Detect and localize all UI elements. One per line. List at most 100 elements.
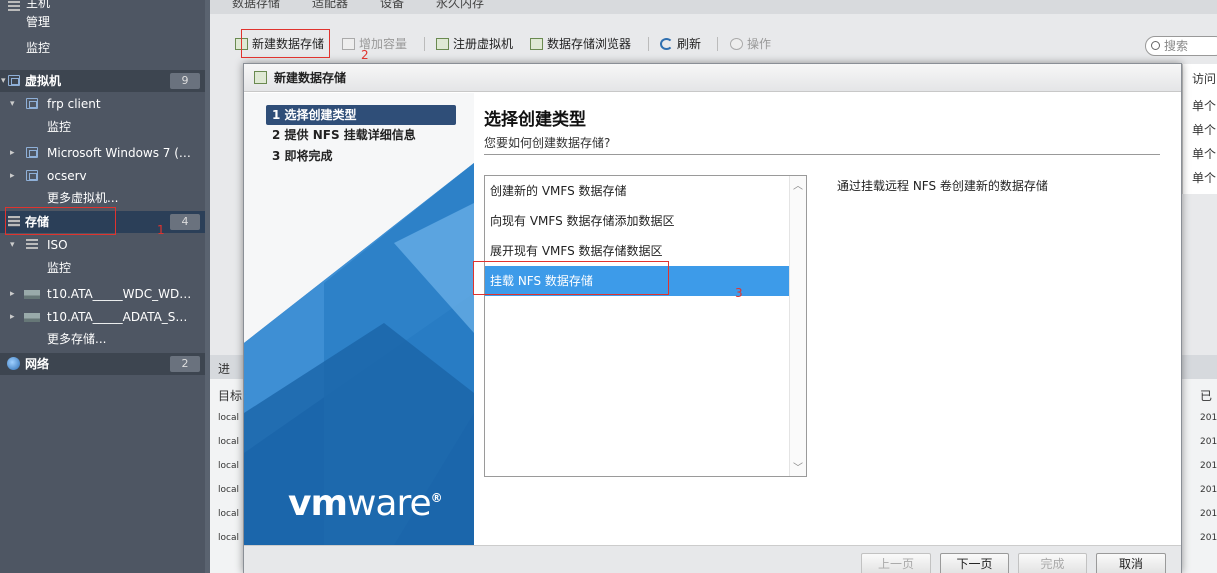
datastore-table-edge: 访问 单个 单个 单个 单个 bbox=[1182, 64, 1217, 194]
nav-item-disk[interactable]: ▸ t10.ATA_____WDC_WD… bbox=[0, 283, 205, 305]
task-target-cell: local bbox=[218, 509, 239, 519]
annotation-box-1 bbox=[5, 207, 116, 235]
task-time-cell: 201 bbox=[1200, 461, 1217, 471]
task-time-cell: 201 bbox=[1200, 533, 1217, 543]
navigator-panel: 主机 管理 监控 ▾ 虚拟机 9 ▾ frp client 监控 ▸ Micro… bbox=[0, 0, 205, 573]
column-header-started[interactable]: 已 bbox=[1200, 387, 1212, 404]
divider bbox=[484, 154, 1160, 155]
search-input[interactable]: 搜索 bbox=[1145, 36, 1217, 56]
disk-icon bbox=[24, 313, 40, 322]
column-header-target[interactable]: 目标 bbox=[218, 387, 242, 404]
nav-item-host-monitor[interactable]: 监控 bbox=[0, 37, 205, 59]
tab-persistent-memory[interactable]: 永久内存 bbox=[436, 0, 484, 11]
nav-item-vm[interactable]: ▸ ocserv bbox=[0, 165, 205, 187]
task-time-cell: 201 bbox=[1200, 437, 1217, 447]
nav-section-vms[interactable]: ▾ 虚拟机 9 bbox=[0, 70, 205, 92]
access-cell: 单个 bbox=[1192, 123, 1217, 137]
task-time-cell: 201 bbox=[1200, 485, 1217, 495]
datastore-toolbar: 新建数据存储 增加容量 注册虚拟机 数据存储浏览器 刷新 操作 bbox=[230, 30, 1210, 58]
datastore-browser-button[interactable]: 数据存储浏览器 bbox=[530, 35, 631, 52]
nav-item-more-vms[interactable]: 更多虚拟机... bbox=[0, 187, 205, 209]
task-time-cell: 201 bbox=[1200, 413, 1217, 423]
new-datastore-icon bbox=[254, 71, 267, 84]
nav-item-disk[interactable]: ▸ t10.ATA_____ADATA_S… bbox=[0, 306, 205, 328]
annotation-number-1: 1 bbox=[157, 223, 165, 237]
chevron-right-icon[interactable]: ▸ bbox=[10, 306, 15, 328]
access-cell: 单个 bbox=[1192, 171, 1217, 185]
task-target-cell: local bbox=[218, 413, 239, 423]
chevron-down-icon[interactable]: ▾ bbox=[10, 93, 15, 115]
nav-item-host-manage[interactable]: 管理 bbox=[0, 11, 205, 33]
vm-icon bbox=[26, 170, 38, 181]
chevron-right-icon[interactable]: ▸ bbox=[10, 142, 15, 164]
nav-item-vm-monitor[interactable]: 监控 bbox=[0, 116, 205, 138]
gear-icon bbox=[730, 38, 743, 50]
chevron-up-icon[interactable]: ︿ bbox=[793, 177, 803, 192]
register-vm-icon bbox=[436, 38, 449, 50]
option-description: 通过挂载远程 NFS 卷创建新的数据存储 bbox=[837, 179, 1048, 193]
list-scrollbar[interactable]: ︿ ﹀ bbox=[789, 176, 806, 476]
network-count-badge: 2 bbox=[170, 356, 200, 372]
task-target-cell: local bbox=[218, 461, 239, 471]
datastore-icon bbox=[26, 239, 38, 250]
wizard-content: 选择创建类型 您要如何创建数据存储? 创建新的 VMFS 数据存储 向现有 VM… bbox=[474, 93, 1181, 545]
chevron-down-icon[interactable]: ﹀ bbox=[793, 459, 803, 474]
access-cell: 单个 bbox=[1192, 99, 1217, 113]
dialog-title-bar[interactable]: 新建数据存储 bbox=[244, 64, 1181, 92]
chevron-down-icon[interactable]: ▾ bbox=[1, 70, 6, 92]
toolbar-divider bbox=[717, 37, 718, 51]
cancel-button[interactable]: 取消 bbox=[1096, 553, 1166, 573]
disk-icon bbox=[24, 290, 40, 299]
back-button[interactable]: 上一页 bbox=[861, 553, 931, 573]
task-time-cell: 201 bbox=[1200, 509, 1217, 519]
next-button[interactable]: 下一页 bbox=[940, 553, 1009, 573]
vm-count-badge: 9 bbox=[170, 73, 200, 89]
access-cell: 单个 bbox=[1192, 147, 1217, 161]
creation-type-list[interactable]: 创建新的 VMFS 数据存储 向现有 VMFS 数据存储添加数据区 展开现有 V… bbox=[484, 175, 807, 477]
option-create-vmfs[interactable]: 创建新的 VMFS 数据存储 bbox=[485, 176, 789, 206]
annotation-box-3 bbox=[473, 261, 669, 295]
wizard-sidebar: 1 选择创建类型 2 提供 NFS 挂载详细信息 3 即将完成 vmware® bbox=[244, 93, 474, 545]
chevron-right-icon[interactable]: ▸ bbox=[10, 165, 15, 187]
increase-capacity-button[interactable]: 增加容量 bbox=[342, 35, 407, 52]
tab-datastores[interactable]: 数据存储 bbox=[232, 0, 280, 11]
task-target-cell: local bbox=[218, 437, 239, 447]
wizard-step-3[interactable]: 3 即将完成 bbox=[266, 146, 456, 166]
task-target-cell: local bbox=[218, 533, 239, 543]
new-datastore-dialog: 新建数据存储 1 选择创建类型 2 提供 NFS 挂载详细信息 3 即将完成 v… bbox=[243, 63, 1182, 573]
network-icon bbox=[7, 357, 20, 370]
storage-tabs: 数据存储 适配器 设备 永久内存 bbox=[210, 0, 1217, 14]
annotation-number-3: 3 bbox=[735, 286, 743, 300]
nav-item-vm[interactable]: ▾ frp client bbox=[0, 93, 205, 115]
search-icon bbox=[1151, 41, 1160, 50]
toolbar-divider bbox=[648, 37, 649, 51]
register-vm-button[interactable]: 注册虚拟机 bbox=[436, 35, 513, 52]
chevron-down-icon[interactable]: ▾ bbox=[10, 234, 15, 256]
wizard-step-2[interactable]: 2 提供 NFS 挂载详细信息 bbox=[266, 125, 456, 145]
storage-count-badge: 4 bbox=[170, 214, 200, 230]
finish-button[interactable]: 完成 bbox=[1018, 553, 1087, 573]
nav-item-datastore-monitor[interactable]: 监控 bbox=[0, 257, 205, 279]
nav-item-datastore[interactable]: ▾ ISO bbox=[0, 234, 205, 256]
datastore-browser-icon bbox=[530, 38, 543, 50]
nav-item-vm[interactable]: ▸ Microsoft Windows 7 (… bbox=[0, 142, 205, 164]
refresh-button[interactable]: 刷新 bbox=[660, 35, 701, 52]
page-subtitle: 您要如何创建数据存储? bbox=[484, 136, 611, 150]
tab-devices[interactable]: 设备 bbox=[380, 0, 404, 11]
column-header-access[interactable]: 访问 bbox=[1192, 70, 1216, 87]
vm-icon bbox=[8, 75, 20, 86]
annotation-box-2 bbox=[241, 29, 330, 58]
vm-icon bbox=[26, 147, 38, 158]
wizard-step-1[interactable]: 1 选择创建类型 bbox=[266, 105, 456, 125]
nav-item-more-storage[interactable]: 更多存储... bbox=[0, 328, 205, 350]
toolbar-divider bbox=[424, 37, 425, 51]
actions-button[interactable]: 操作 bbox=[730, 35, 771, 52]
chevron-right-icon[interactable]: ▸ bbox=[10, 283, 15, 305]
vmware-logo: vmware® bbox=[288, 483, 443, 524]
vm-icon bbox=[26, 98, 38, 109]
task-target-cell: local bbox=[218, 485, 239, 495]
option-add-extent[interactable]: 向现有 VMFS 数据存储添加数据区 bbox=[485, 206, 789, 236]
increase-capacity-icon bbox=[342, 38, 355, 50]
tab-adapters[interactable]: 适配器 bbox=[312, 0, 348, 11]
nav-section-network[interactable]: 网络 2 bbox=[0, 353, 205, 375]
